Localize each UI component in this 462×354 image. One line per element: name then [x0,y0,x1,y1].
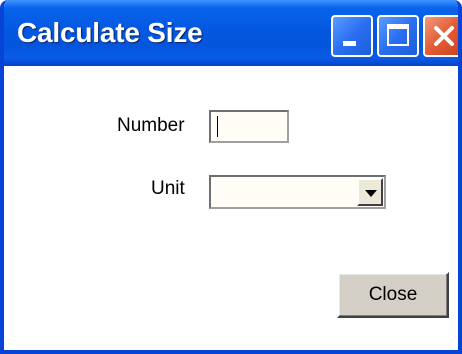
maximize-icon [387,24,409,46]
chevron-down-icon [365,190,377,197]
title-bar[interactable]: Calculate Size [4,0,458,66]
close-icon [434,26,454,46]
unit-dropdown-button[interactable] [357,178,383,206]
minimize-button[interactable] [331,15,373,57]
window-title: Calculate Size [17,17,203,48]
unit-select[interactable] [209,175,386,209]
dialog-body: Number Unit Close [4,66,458,350]
minimize-icon [343,41,356,46]
number-input[interactable] [209,110,289,143]
number-label: Number [117,115,185,136]
close-button[interactable]: Close [337,272,449,318]
maximize-button[interactable] [377,15,419,57]
text-caret [217,116,218,137]
unit-label: Unit [151,178,185,199]
window-close-button[interactable] [423,15,458,57]
calculate-size-window: Calculate Size Number Unit Close [0,0,462,354]
